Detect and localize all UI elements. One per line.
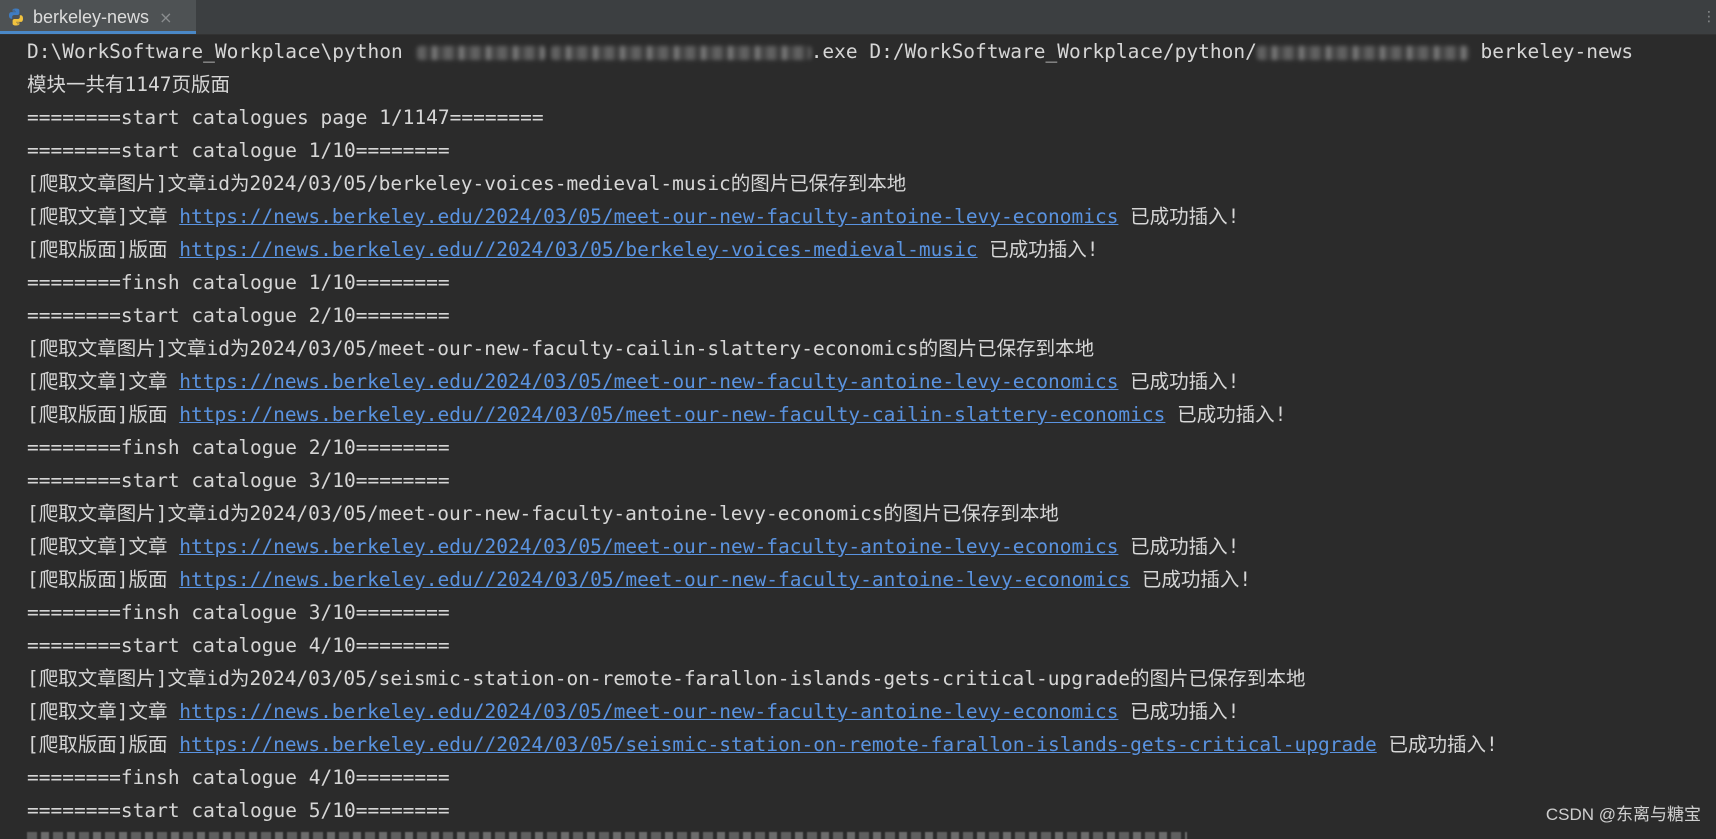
url-link[interactable]: https://news.berkeley.edu/2024/03/05/mee… (179, 700, 1118, 723)
console-line: ========finsh catalogue 3/10======== (27, 601, 450, 624)
console-line-with-link: [爬取文章]文章 https://news.berkeley.edu/2024/… (27, 695, 1239, 728)
console-line-with-link: [爬取文章]文章 https://news.berkeley.edu/2024/… (27, 365, 1239, 398)
command-script-path: .exe D:/WorkSoftware_Workplace/python/ (810, 40, 1257, 63)
console-output[interactable]: D:\WorkSoftware_Workplace\python .exe D:/… (0, 35, 1716, 839)
run-tab-bar: berkeley-news × ⋮ (0, 0, 1716, 35)
console-line: 模块一共有1147页版面 (27, 73, 230, 96)
log-status: 已成功插入! (1118, 205, 1240, 228)
url-link[interactable]: https://news.berkeley.edu//2024/03/05/be… (179, 238, 977, 261)
console-line-with-link: [爬取版面]版面 https://news.berkeley.edu//2024… (27, 398, 1286, 431)
url-link[interactable]: https://news.berkeley.edu//2024/03/05/me… (179, 403, 1165, 426)
console-line-with-link: [爬取版面]版面 https://news.berkeley.edu//2024… (27, 563, 1251, 596)
url-link[interactable]: https://news.berkeley.edu/2024/03/05/mee… (179, 535, 1118, 558)
csdn-watermark: CSDN @东离与糖宝 (1545, 805, 1701, 824)
tab-berkeley-news[interactable]: berkeley-news × (0, 0, 196, 34)
log-status: 已成功插入! (1130, 568, 1252, 591)
console-line-with-link: [爬取文章]文章 https://news.berkeley.edu/2024/… (27, 530, 1239, 563)
console-line: ========start catalogue 2/10======== (27, 304, 450, 327)
console-line: ========finsh catalogue 2/10======== (27, 436, 450, 459)
run-window: berkeley-news × ⋮ D:\WorkSoftware_Workpl… (0, 0, 1716, 839)
console-line: [爬取文章图片]文章id为2024/03/05/meet-our-new-fac… (27, 337, 1095, 360)
console-line: ========start catalogue 1/10======== (27, 139, 450, 162)
console-line: [爬取文章图片]文章id为2024/03/05/berkeley-voices-… (27, 172, 907, 195)
log-status: 已成功插入! (1118, 370, 1240, 393)
log-prefix: [爬取文章]文章 (27, 370, 180, 393)
log-status: 已成功插入! (977, 238, 1099, 261)
console-line: ========start catalogue 5/10======== (27, 799, 450, 822)
log-prefix: [爬取版面]版面 (27, 568, 180, 591)
active-tab-indicator (0, 31, 196, 34)
console-line-with-link: [爬取文章]文章 https://news.berkeley.edu/2024/… (27, 200, 1239, 233)
console-line: ========finsh catalogue 1/10======== (27, 271, 450, 294)
close-icon[interactable]: × (159, 8, 172, 27)
url-link[interactable]: https://news.berkeley.edu/2024/03/05/mee… (179, 370, 1118, 393)
log-status: 已成功插入! (1376, 733, 1498, 756)
log-prefix: [爬取文章]文章 (27, 700, 180, 723)
partially-visible-line (27, 832, 1187, 839)
console-line: ========start catalogue 3/10======== (27, 469, 450, 492)
url-link[interactable]: https://news.berkeley.edu//2024/03/05/se… (179, 733, 1376, 756)
log-status: 已成功插入! (1118, 535, 1240, 558)
log-prefix: [爬取文章]文章 (27, 535, 180, 558)
console-line-with-link: [爬取版面]版面 https://news.berkeley.edu//2024… (27, 233, 1099, 266)
python-icon (6, 7, 26, 27)
log-prefix: [爬取版面]版面 (27, 403, 180, 426)
url-link[interactable]: https://news.berkeley.edu/2024/03/05/mee… (179, 205, 1118, 228)
command-path: D:\WorkSoftware_Workplace\python (27, 40, 403, 63)
log-status: 已成功插入! (1118, 700, 1240, 723)
console-line: ========start catalogues page 1/1147====… (27, 106, 544, 129)
console-line: [爬取文章图片]文章id为2024/03/05/seismic-station-… (27, 667, 1306, 690)
console-line-with-link: [爬取版面]版面 https://news.berkeley.edu//2024… (27, 728, 1498, 761)
url-link[interactable]: https://news.berkeley.edu//2024/03/05/me… (179, 568, 1130, 591)
redacted-region (1256, 45, 1469, 60)
redacted-region (416, 45, 545, 60)
log-prefix: [爬取文章]文章 (27, 205, 180, 228)
command-module: berkeley-news (1468, 40, 1634, 63)
redacted-region (550, 45, 811, 60)
log-prefix: [爬取版面]版面 (27, 238, 180, 261)
tab-label: berkeley-news (33, 6, 150, 27)
log-prefix: [爬取版面]版面 (27, 733, 180, 756)
more-options-icon[interactable]: ⋮ (1702, 0, 1716, 34)
console-line: ========start catalogue 4/10======== (27, 634, 450, 657)
console-line: [爬取文章图片]文章id为2024/03/05/meet-our-new-fac… (27, 502, 1059, 525)
run-command-line: D:\WorkSoftware_Workplace\python .exe D:/… (27, 35, 1633, 68)
console-line: ========finsh catalogue 4/10======== (27, 766, 450, 789)
log-status: 已成功插入! (1165, 403, 1287, 426)
